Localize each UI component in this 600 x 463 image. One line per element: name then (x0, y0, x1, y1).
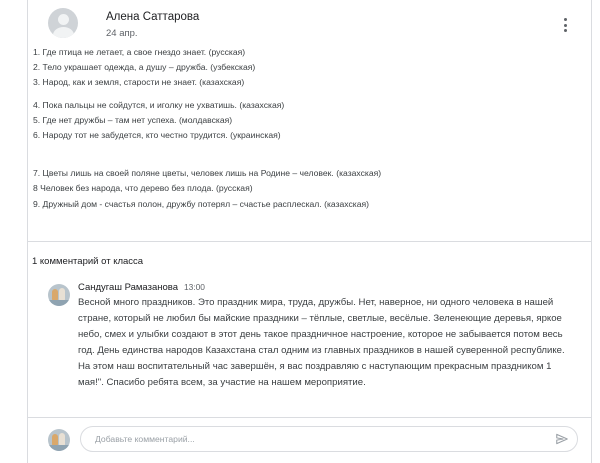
divider (28, 417, 591, 418)
add-comment-row (48, 425, 578, 455)
post-body: 1. Где птица не летает, а свое гнездо зн… (33, 45, 583, 212)
commenter-avatar (48, 284, 70, 306)
post-line: 7. Цветы лишь на своей поляне цветы, чел… (33, 168, 382, 179)
avatar-body-shape (53, 27, 74, 38)
post-header: Алена Саттарова 24 апр. (48, 8, 568, 40)
divider (28, 241, 591, 242)
comment-author-name: Сандугаш Рамазанова (78, 282, 178, 293)
post-author-name[interactable]: Алена Саттарова (106, 11, 199, 23)
post-line: 4. Пока пальцы не сойдутся, и иголку не … (33, 99, 285, 110)
add-comment-input[interactable] (80, 426, 578, 452)
post-line: 9. Дружный дом - счастья полон, дружбу п… (33, 198, 370, 209)
post-line: 3. Народ, как и земля, старости не знает… (33, 77, 245, 88)
current-user-avatar (48, 429, 70, 451)
more-vert-icon[interactable] (557, 16, 573, 34)
post-line: 8 Человек без народа, что дерево без пло… (33, 183, 253, 194)
post-line: 1. Где птица не летает, а свое гнездо зн… (33, 47, 246, 57)
post-line: 5. Где нет дружбы – там нет успеха. (мол… (33, 114, 233, 125)
post-line: 2. Тело украшает одежда, а душу – дружба… (33, 62, 256, 73)
avatar-head-shape (58, 14, 69, 25)
comment-author: Сандугаш Рамазанова 13:00 (78, 282, 205, 293)
class-comments-count[interactable]: 1 комментарий от класса (32, 256, 143, 267)
stream-post-card: Алена Саттарова 24 апр. 1. Где птица не … (27, 0, 592, 463)
author-avatar[interactable] (48, 8, 78, 38)
post-line: 6. Народу тот не забудется, кто честно т… (33, 129, 281, 140)
comment-text: Весной много праздников. Это праздник ми… (78, 297, 565, 388)
send-icon[interactable] (554, 432, 570, 446)
comment-time: 13:00 (184, 282, 205, 292)
post-date[interactable]: 24 апр. (106, 28, 138, 39)
